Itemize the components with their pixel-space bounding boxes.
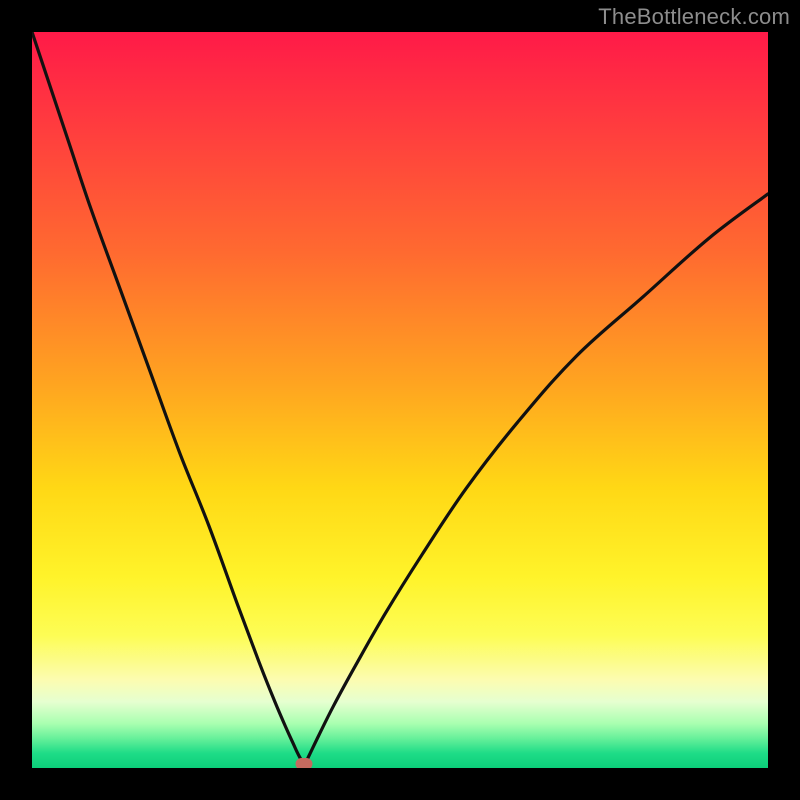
bottleneck-curve xyxy=(32,32,768,768)
chart-frame: TheBottleneck.com xyxy=(0,0,800,800)
watermark-text: TheBottleneck.com xyxy=(598,4,790,30)
optimum-marker xyxy=(296,758,313,768)
plot-area xyxy=(32,32,768,768)
